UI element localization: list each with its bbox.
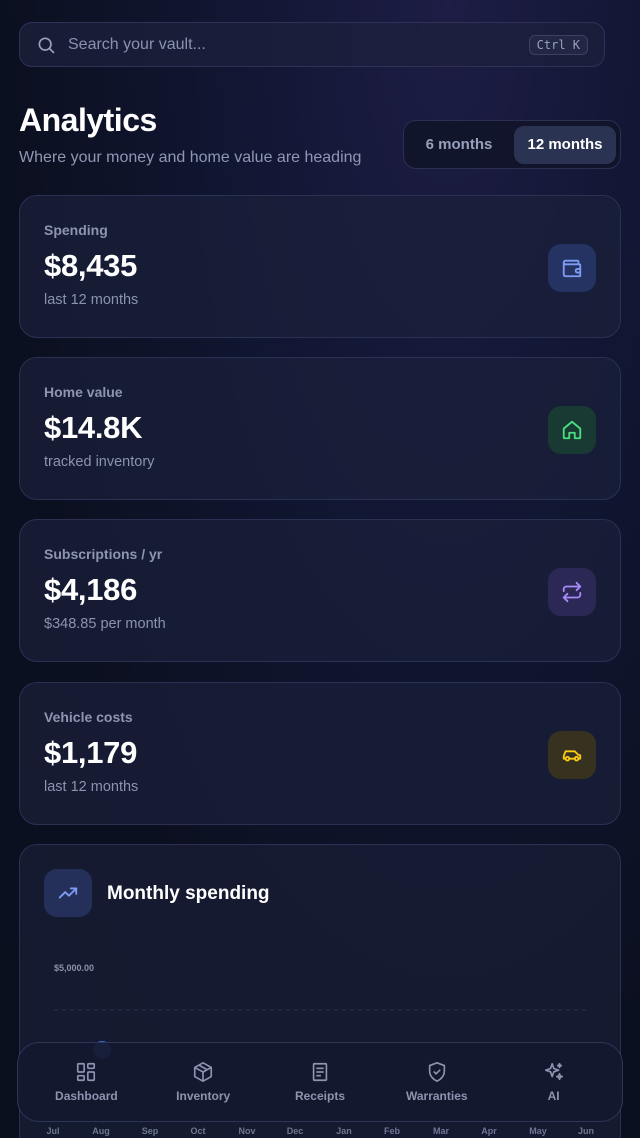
home-value-card[interactable]: Home value $14.8K tracked inventory: [19, 357, 621, 500]
dashboard-icon: [75, 1061, 97, 1083]
y-tick-label: $5,000.00: [54, 963, 94, 973]
x-axis-labels: Jul Aug Sep Oct Nov Dec Jan Feb Mar Apr …: [0, 1126, 640, 1138]
subscriptions-card[interactable]: Subscriptions / yr $4,186 $348.85 per mo…: [19, 519, 621, 662]
spending-card[interactable]: Spending $8,435 last 12 months: [19, 195, 621, 338]
nav-item-receipts[interactable]: Receipts: [270, 1061, 370, 1103]
nav-label: AI: [547, 1089, 560, 1103]
search-shortcut: Ctrl K: [528, 34, 588, 55]
nav-label: Receipts: [294, 1089, 345, 1103]
x-tick-label: Oct: [190, 1126, 206, 1136]
x-tick-label: May: [529, 1126, 547, 1136]
card-subtext: $348.85 per month: [44, 616, 166, 632]
nav-item-dashboard[interactable]: Dashboard: [36, 1061, 136, 1103]
card-value: $8,435: [44, 248, 138, 283]
card-label: Vehicle costs: [44, 709, 133, 725]
card-value: $4,186: [44, 572, 138, 607]
x-tick-label: Mar: [432, 1126, 450, 1136]
card-subtext: tracked inventory: [44, 454, 155, 470]
search-icon: [36, 35, 56, 55]
sparkles-icon: [543, 1061, 565, 1083]
range-6-months-button[interactable]: 6 months: [408, 126, 510, 164]
wallet-icon: [548, 244, 596, 292]
nav-label: Warranties: [405, 1089, 468, 1103]
x-tick-label: Sep: [141, 1126, 159, 1136]
nav-item-warranties[interactable]: Warranties: [387, 1061, 487, 1103]
repeat-icon: [548, 568, 596, 616]
search-bar[interactable]: Search your vault... Ctrl K: [19, 22, 605, 67]
x-tick-label: Aug: [92, 1126, 110, 1136]
range-12-months-button[interactable]: 12 months: [514, 125, 616, 164]
nav-item-ai[interactable]: AI: [504, 1061, 604, 1103]
x-tick-label: Apr: [481, 1126, 497, 1136]
x-tick-label: Jun: [577, 1126, 595, 1136]
x-tick-label: Nov: [238, 1126, 256, 1136]
card-label: Home value: [44, 384, 123, 400]
shield-check-icon: [426, 1061, 448, 1083]
card-label: Spending: [44, 222, 108, 238]
nav-label: Inventory: [176, 1089, 231, 1103]
page-title: Analytics: [19, 102, 157, 138]
nav-item-inventory[interactable]: Inventory: [153, 1061, 253, 1103]
card-label: Subscriptions / yr: [44, 546, 163, 562]
receipt-icon: [309, 1061, 331, 1083]
nav-label: Dashboard: [55, 1089, 118, 1103]
card-value: $14.8K: [44, 410, 143, 445]
bottom-nav: Dashboard Inventory Receipts Warranties …: [17, 1042, 623, 1122]
x-tick-label: Jan: [336, 1126, 352, 1136]
card-subtext: last 12 months: [44, 779, 139, 795]
range-toggle: 6 months 12 months: [403, 120, 621, 169]
x-tick-label: Dec: [286, 1126, 304, 1136]
car-icon: [548, 731, 596, 779]
search-input[interactable]: Search your vault...: [68, 36, 529, 54]
card-subtext: last 12 months: [44, 292, 139, 308]
home-icon: [548, 406, 596, 454]
x-tick-label: Feb: [383, 1126, 401, 1136]
vehicle-costs-card[interactable]: Vehicle costs $1,179 last 12 months: [19, 682, 621, 825]
card-value: $1,179: [44, 735, 138, 770]
package-icon: [192, 1061, 214, 1083]
x-tick-label: Jul: [46, 1126, 60, 1136]
page-subtitle: Where your money and home value are head…: [19, 149, 362, 166]
